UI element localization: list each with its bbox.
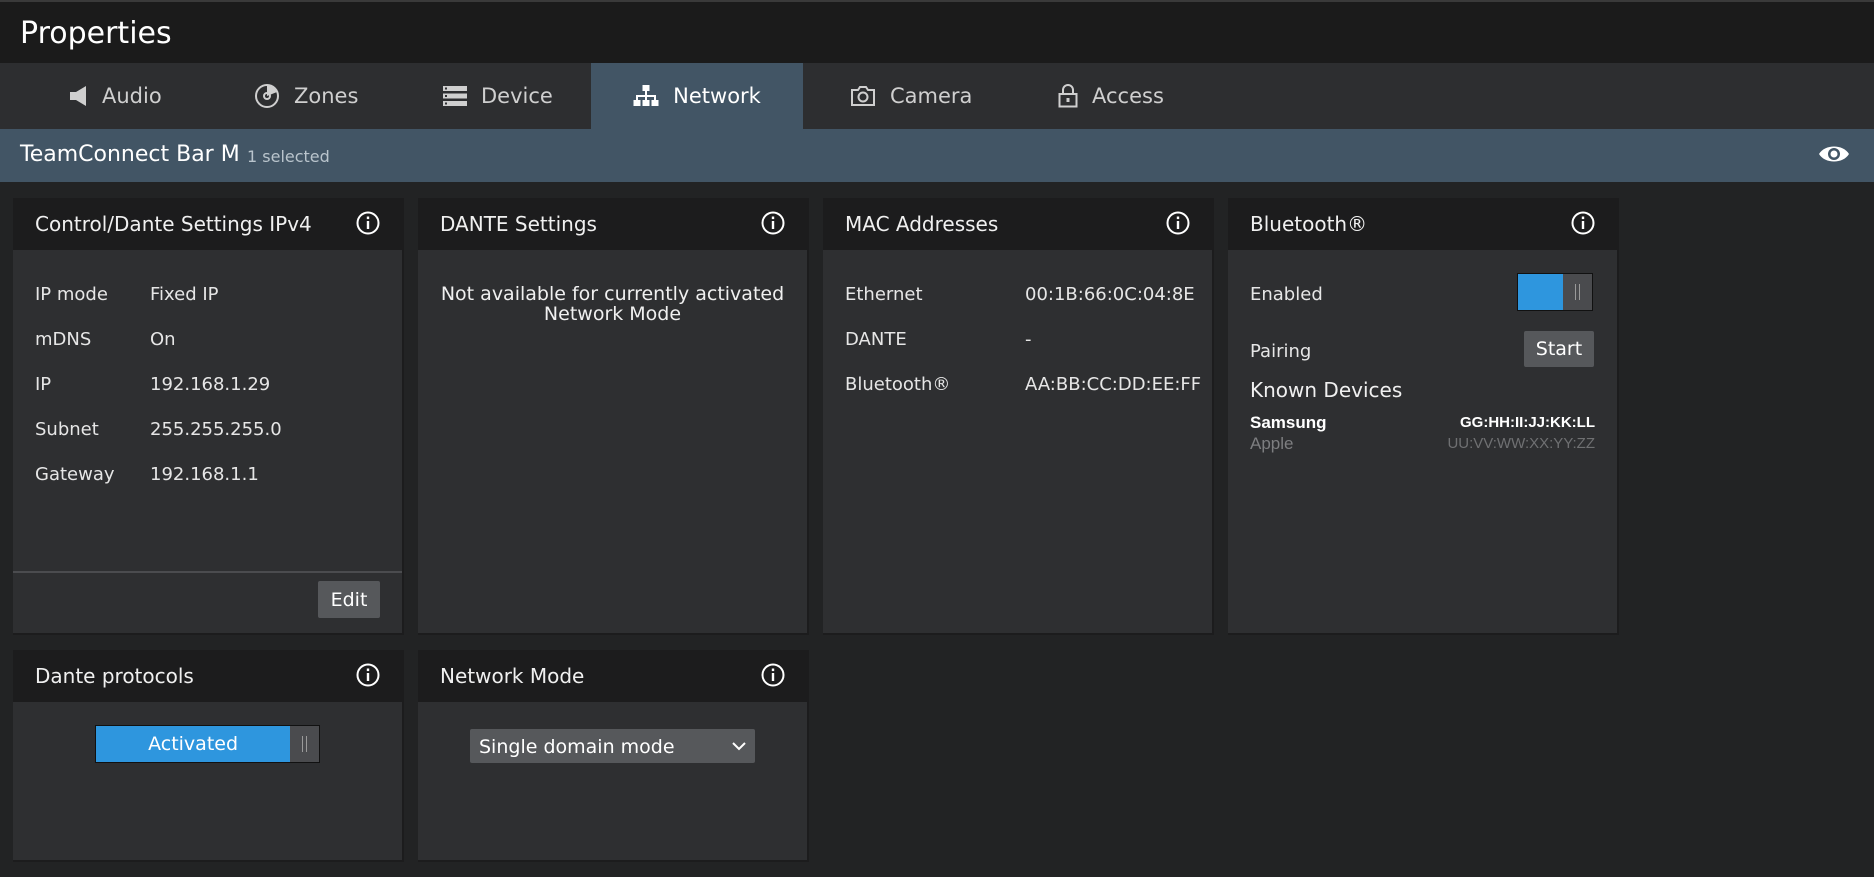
panel-header: Dante protocols xyxy=(13,650,402,702)
bluetooth-panel: Bluetooth® Enabled Pairing Start Known D… xyxy=(1228,198,1619,635)
panel-title: Network Mode xyxy=(440,664,585,688)
known-device-mac: UU:VV:WW:XX:YY:ZZ xyxy=(1447,435,1595,452)
ip-label: IP xyxy=(35,374,52,395)
camera-icon xyxy=(851,86,875,106)
network-icon xyxy=(633,85,659,106)
toggle-on-fill xyxy=(1518,274,1564,310)
tab-label: Camera xyxy=(890,84,973,108)
panel-title: Control/Dante Settings IPv4 xyxy=(35,212,312,236)
tab-device[interactable]: Device xyxy=(443,63,553,129)
toggle-handle xyxy=(290,726,319,762)
gateway-value: 192.168.1.1 xyxy=(150,464,259,485)
network-mode-value: Single domain mode xyxy=(479,736,675,758)
info-icon[interactable] xyxy=(1571,211,1595,235)
tab-label: Audio xyxy=(102,84,162,108)
device-name: TeamConnect Bar M xyxy=(20,142,240,167)
network-mode-panel: Network Mode Single domain mode xyxy=(418,650,809,862)
panel-header: Control/Dante Settings IPv4 xyxy=(13,198,402,250)
title-bar: Properties xyxy=(0,0,1874,63)
tab-access[interactable]: Access xyxy=(1058,63,1164,129)
chevron-down-icon xyxy=(732,742,746,751)
ip-mode-label: IP mode xyxy=(35,284,108,305)
known-devices-title: Known Devices xyxy=(1250,378,1403,402)
divider xyxy=(13,571,402,573)
panel-header: Network Mode xyxy=(418,650,807,702)
info-icon[interactable] xyxy=(356,211,380,235)
dante-protocols-toggle[interactable]: Activated xyxy=(95,725,320,763)
start-pairing-button[interactable]: Start xyxy=(1524,331,1594,367)
ethernet-label: Ethernet xyxy=(845,284,923,305)
info-icon[interactable] xyxy=(356,663,380,687)
tab-bar: Audio Zones Device Network Camera Access xyxy=(0,63,1874,129)
known-device-name: Samsung xyxy=(1250,413,1327,432)
lock-icon xyxy=(1058,84,1078,108)
panel-title: Bluetooth® xyxy=(1250,212,1368,236)
dante-mac: - xyxy=(1025,329,1032,350)
unavailable-message-line2: Network Mode xyxy=(543,303,682,325)
info-icon[interactable] xyxy=(1166,211,1190,235)
network-mode-select[interactable]: Single domain mode xyxy=(470,729,755,763)
tab-label: Zones xyxy=(294,84,359,108)
unavailable-message: Not available for currently activated Ne… xyxy=(418,284,807,324)
tab-label: Device xyxy=(481,84,553,108)
mdns-value: On xyxy=(150,329,176,350)
subnet-label: Subnet xyxy=(35,419,99,440)
toggle-handle xyxy=(1563,274,1592,310)
control-settings-panel: Control/Dante Settings IPv4 IP mode Fixe… xyxy=(13,198,404,635)
info-icon[interactable] xyxy=(761,211,785,235)
eye-icon[interactable] xyxy=(1818,143,1850,165)
edit-button[interactable]: Edit xyxy=(318,581,380,618)
toggle-label: Activated xyxy=(96,726,291,762)
pairing-label: Pairing xyxy=(1250,341,1312,362)
dante-label: DANTE xyxy=(845,329,907,350)
tab-network[interactable]: Network xyxy=(591,63,803,129)
tab-zones[interactable]: Zones xyxy=(254,63,358,129)
mac-addresses-panel: MAC Addresses Ethernet 00:1B:66:0C:04:8E… xyxy=(823,198,1214,635)
selection-count: 1 selected xyxy=(247,147,330,166)
bluetooth-label: Bluetooth® xyxy=(845,374,951,395)
tab-camera[interactable]: Camera xyxy=(850,63,972,129)
dante-settings-panel: DANTE Settings Not available for current… xyxy=(418,198,809,635)
subnet-value: 255.255.255.0 xyxy=(150,419,282,440)
unavailable-message-line1: Not available for currently activated xyxy=(440,283,785,305)
tab-audio[interactable]: Audio xyxy=(70,63,162,129)
ip-value: 192.168.1.29 xyxy=(150,374,271,395)
dante-protocols-panel: Dante protocols Activated xyxy=(13,650,404,862)
ip-mode-value: Fixed IP xyxy=(150,284,219,305)
bluetooth-mac: AA:BB:CC:DD:EE:FF xyxy=(1025,374,1202,395)
panel-header: MAC Addresses xyxy=(823,198,1212,250)
known-device-name: Apple xyxy=(1250,434,1294,453)
zones-icon xyxy=(255,84,279,108)
panel-header: DANTE Settings xyxy=(418,198,807,250)
device-header: TeamConnect Bar M 1 selected xyxy=(0,129,1874,182)
ethernet-mac: 00:1B:66:0C:04:8E xyxy=(1025,284,1195,305)
panel-title: Dante protocols xyxy=(35,664,194,688)
panel-header: Bluetooth® xyxy=(1228,198,1617,250)
tab-label: Access xyxy=(1092,84,1164,108)
bluetooth-enabled-toggle[interactable] xyxy=(1517,273,1593,311)
gateway-label: Gateway xyxy=(35,464,115,485)
speaker-icon xyxy=(70,86,86,106)
page-title: Properties xyxy=(20,16,172,51)
device-icon xyxy=(443,86,467,106)
known-device-mac: GG:HH:II:JJ:KK:LL xyxy=(1460,414,1595,431)
tab-label: Network xyxy=(673,84,761,108)
mdns-label: mDNS xyxy=(35,329,92,350)
enabled-label: Enabled xyxy=(1250,284,1323,305)
panel-title: DANTE Settings xyxy=(440,212,597,236)
info-icon[interactable] xyxy=(761,663,785,687)
panel-title: MAC Addresses xyxy=(845,212,999,236)
